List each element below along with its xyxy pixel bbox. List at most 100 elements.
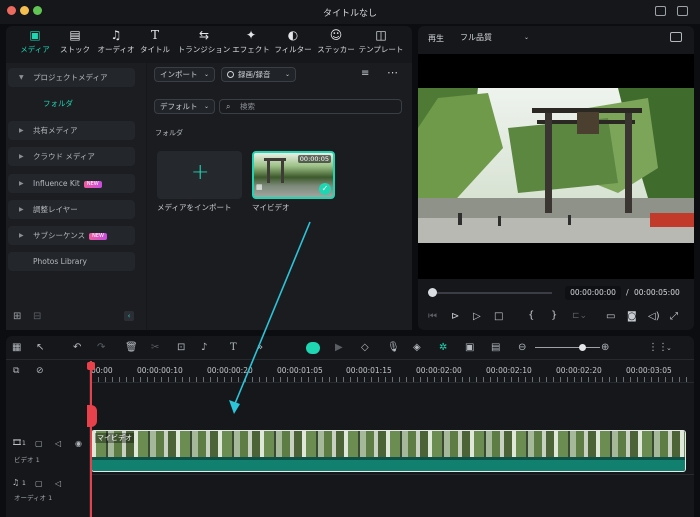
collapse-sidebar-button[interactable]: ‹ <box>124 311 134 321</box>
tab-label: フィルター <box>274 45 312 54</box>
playhead[interactable] <box>90 361 92 517</box>
camera-icon[interactable]: ◙ <box>627 311 637 322</box>
zoom-slider[interactable] <box>535 347 600 348</box>
playhead-handle[interactable] <box>87 362 95 370</box>
sidebar-item-adjustment-layer[interactable]: ▶ 調整レイヤー <box>8 200 135 219</box>
crop-icon[interactable]: ⊡ <box>177 342 185 354</box>
sidebar-item-cloud-media[interactable]: ▶ クラウド メディア <box>8 147 135 166</box>
timeline-toolbar <box>6 336 694 360</box>
chevron-right-icon: ▶ <box>19 206 24 213</box>
color-match-icon[interactable]: ◈ <box>413 342 421 354</box>
preview-progress-track[interactable] <box>432 292 552 294</box>
auto-caption-icon[interactable]: ▤ <box>491 342 500 354</box>
quality-dropdown[interactable]: フル品質 ⌄ <box>455 30 533 45</box>
microphone-icon[interactable]: 🎙 <box>387 342 400 354</box>
audio-track-number: 1 <box>22 480 26 487</box>
quality-label: フル品質 <box>460 33 492 42</box>
stock-icon: ▤ <box>69 28 81 42</box>
sidebar-item-photos-library[interactable]: Photos Library <box>8 252 135 271</box>
speaker-icon[interactable]: ◁ <box>55 479 61 488</box>
more-options-icon[interactable]: ⋯ <box>387 66 398 79</box>
preview-progress-knob[interactable] <box>428 288 437 297</box>
media-clip-thumbnail[interactable]: 00:00:05 ▦ ✓ <box>252 151 335 199</box>
tab-stock[interactable]: ▤ ストック <box>52 28 98 55</box>
media-sidebar <box>6 63 146 330</box>
link-icon[interactable]: ⊘ <box>36 366 44 376</box>
render-icon[interactable]: ▶ <box>335 342 343 354</box>
sidebar-item-subsequence[interactable]: ▶ サブシーケンス NEW <box>8 226 135 245</box>
tab-effect[interactable]: ✦ エフェクト <box>228 28 274 55</box>
panel-icon[interactable] <box>677 6 688 16</box>
play-label: 再生 <box>428 34 444 43</box>
tab-title[interactable]: T タイトル <box>132 28 178 55</box>
image-icon[interactable] <box>670 32 682 42</box>
new-badge: NEW <box>89 232 107 240</box>
mark-in-icon[interactable]: { <box>528 310 534 321</box>
redo-icon[interactable]: ↷ <box>97 342 105 354</box>
import-dropdown[interactable]: インポート ⌄ <box>154 67 215 82</box>
stop-icon[interactable]: □ <box>494 311 503 322</box>
clip-name: マイビデオ <box>95 433 134 443</box>
fullscreen-icon[interactable]: ⤢ <box>670 311 678 322</box>
grid-icon[interactable]: ▦ <box>12 342 21 354</box>
prev-frame-icon[interactable]: ⏮ <box>428 311 437 322</box>
tab-label: メディア <box>20 45 50 54</box>
tab-label: ストック <box>60 45 90 54</box>
remove-folder-icon[interactable]: ⊟ <box>33 311 41 322</box>
insert-icon[interactable]: ⊏⌄ <box>572 311 587 321</box>
playhead-grip[interactable] <box>87 405 97 427</box>
tab-sticker[interactable]: ☺ ステッカー <box>313 28 359 55</box>
play-icon[interactable]: ▷ <box>473 311 481 322</box>
ruler-label: 00:00:02:10 <box>486 366 532 375</box>
video-clip[interactable]: マイビデオ <box>91 430 686 472</box>
sort-dropdown[interactable]: デフォルト ⌄ <box>154 99 215 114</box>
sticker-icon: ☺ <box>329 28 343 42</box>
audio-track-label: オーディオ 1 <box>14 494 53 502</box>
speaker-icon[interactable]: ◁ <box>55 439 61 448</box>
display-icon[interactable]: ▭ <box>606 311 615 322</box>
zoom-in-icon[interactable]: ⊕ <box>601 342 609 354</box>
search-input[interactable]: ⌕ 検索 <box>219 99 402 114</box>
marker-icon[interactable]: ◇ <box>361 342 369 354</box>
add-track-icon[interactable]: ⧉ <box>13 366 19 376</box>
sidebar-item-project-media[interactable]: ▼ プロジェクトメディア <box>8 68 135 87</box>
snapshot-icon[interactable]: ▣ <box>465 342 474 354</box>
timeline-settings-icon[interactable]: ⋮⋮ <box>648 342 668 354</box>
clip-audio-strip <box>92 460 685 471</box>
sidebar-item-shared-media[interactable]: ▶ 共有メディア <box>8 121 135 140</box>
folder-icon[interactable]: ▢ <box>35 479 43 488</box>
record-dropdown[interactable]: 録画/録音 ⌄ <box>221 67 296 82</box>
sidebar-item-label: 調整レイヤー <box>33 205 78 214</box>
clip-filmstrip <box>92 431 685 457</box>
eye-icon[interactable]: ◉ <box>75 439 82 448</box>
sidebar-item-influence-kit[interactable]: ▶ Influence Kit NEW <box>8 174 135 193</box>
undo-icon[interactable]: ↶ <box>73 342 81 354</box>
audio-stretch-icon[interactable]: ♪ <box>201 342 207 354</box>
tab-label: テンプレート <box>358 45 404 54</box>
filter-sort-icon[interactable]: ≡ <box>361 68 369 79</box>
chevron-down-icon[interactable]: ⌄ <box>666 342 672 354</box>
mark-out-icon[interactable]: } <box>551 310 557 321</box>
effect-icon: ✦ <box>245 28 257 42</box>
motion-tracking-icon[interactable]: ✲ <box>439 342 447 354</box>
title-bar: タイトルなし <box>0 0 700 24</box>
cut-icon[interactable]: ✂ <box>151 342 159 354</box>
sidebar-item-folder[interactable]: フォルダ <box>43 98 73 109</box>
import-media-tile[interactable]: + <box>157 151 242 199</box>
step-back-icon[interactable]: ⊳ <box>451 311 459 322</box>
layout-icon[interactable] <box>655 6 666 16</box>
folder-icon[interactable]: ▢ <box>35 439 43 448</box>
select-tool-icon[interactable]: ↖ <box>36 342 44 354</box>
sidebar-item-label: 共有メディア <box>33 126 78 135</box>
delete-icon[interactable]: 🗑 <box>125 342 138 354</box>
volume-icon[interactable]: ◁) <box>648 311 660 322</box>
tab-template[interactable]: ◫ テンプレート <box>356 28 406 55</box>
record-icon <box>227 71 234 78</box>
import-label: インポート <box>160 70 198 79</box>
zoom-out-icon[interactable]: ⊖ <box>518 342 526 354</box>
new-folder-icon[interactable]: ⊞ <box>13 311 21 322</box>
zoom-slider-knob[interactable] <box>579 344 586 351</box>
tab-transition[interactable]: ⇆ トランジション <box>177 28 231 55</box>
track-divider <box>91 474 694 475</box>
tab-filter[interactable]: ◐ フィルター <box>270 28 316 55</box>
